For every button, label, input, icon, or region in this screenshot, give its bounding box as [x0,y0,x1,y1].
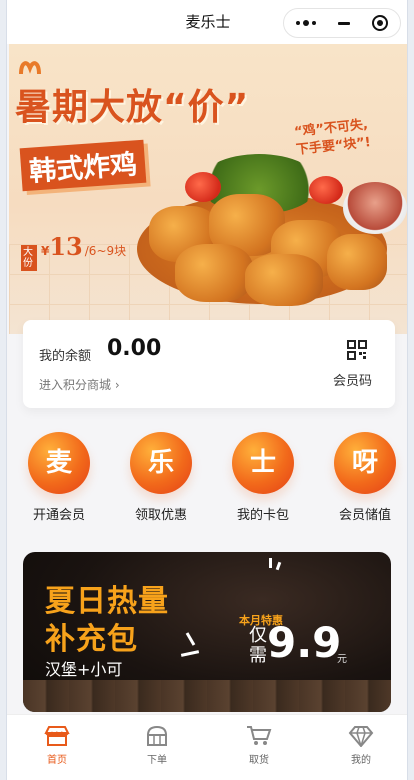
chicken-piece-image [327,234,387,290]
quick-entry-my-wallet[interactable]: 士 我的卡包 [223,432,303,523]
balance-label: 我的余额 [39,349,92,364]
chevron-right-icon: › [114,378,120,392]
points-mall-link[interactable]: 进入积分商城 › [39,376,120,393]
price-unit: /6~9块 [84,244,127,258]
banner-price: 大份 ¥ 13 /6~9块 [21,232,126,271]
quick-entry-label: 领取优惠 [134,508,187,523]
qr-code-icon[interactable] [347,340,367,360]
promo-banner[interactable]: 暑期大放“价” 韩式炸鸡 “鸡”不可失, 下手要“块”! 大份 ¥ 13 /6~… [9,44,407,334]
close-target-icon[interactable] [360,9,400,37]
nav-bar: 麦乐士 [7,0,407,44]
price-currency: ¥ [41,244,50,258]
promo-title-line-2: 补充包 [45,622,138,657]
tomato-image [309,176,343,204]
chicken-piece-image [245,254,323,306]
tab-label: 我的 [351,755,371,766]
sparkle-decoration [185,632,196,646]
price-value: 13 [49,232,83,261]
sparkle-decoration [275,561,282,571]
quick-entry-member-topup[interactable]: 呀 会员储值 [325,432,405,523]
promo-only-label: 仅需 [249,625,267,666]
tab-mine[interactable]: 我的 [331,725,391,766]
mini-program-capsule [283,8,401,38]
price-size-label: 大份 [21,245,37,271]
points-mall-link-label: 进入积分商城 [39,378,112,392]
tab-label: 首页 [47,755,67,766]
tab-home[interactable]: 首页 [27,725,87,766]
quick-entry-label: 开通会员 [32,508,85,523]
sparkle-decoration [180,650,200,657]
logo-icon [19,61,41,75]
quick-entry-claim-coupons[interactable]: 乐 领取优惠 [121,432,201,523]
store-icon [44,726,70,746]
quick-entry-open-membership[interactable]: 麦 开通会员 [19,432,99,523]
quick-entry-icon: 麦 [28,432,90,494]
dip-sauce-image [343,182,407,234]
banner-headline: 暑期大放“价” [15,87,250,128]
sparkle-decoration [269,558,272,568]
tab-bar: 首页 下单 取货 我的 [7,714,407,780]
member-code-label[interactable]: 会员码 [333,370,372,389]
quick-entry-label: 我的卡包 [236,508,289,523]
tab-label: 下单 [147,755,167,766]
quick-entries: 麦 开通会员 乐 领取优惠 士 我的卡包 呀 会员储值 [7,432,407,532]
cart-icon [247,726,272,745]
app-screen: 麦乐士 暑期大放“价” 韩式炸鸡 “鸡”不可失, 下手要“块”! 大份 ¥ 13… [6,0,408,780]
banner-subtitle: 韩式炸鸡 [19,139,147,192]
summer-promo-card[interactable]: 夏日热量 补充包 汉堡+小可 本月特惠 仅需 9.9 元 [23,552,391,712]
tab-label: 取货 [249,755,269,766]
balance-card: 我的余额 0.00 进入积分商城 › 会员码 [23,320,395,408]
tomato-image [185,172,221,202]
chicken-piece-image [175,244,253,302]
cake-icon [146,725,168,746]
tab-order[interactable]: 下单 [127,725,187,766]
more-menu-icon[interactable] [284,9,327,37]
wood-table-image [23,680,391,712]
diamond-icon [348,726,374,747]
banner-slogan: “鸡”不可失, 下手要“块”! [293,116,371,160]
balance-value: 0.00 [107,336,162,361]
quick-entry-icon: 乐 [130,432,192,494]
quick-entry-icon: 呀 [334,432,396,494]
quick-entry-label: 会员储值 [338,508,391,523]
tab-pickup[interactable]: 取货 [229,725,289,766]
promo-price-unit: 元 [337,654,347,665]
promo-description: 汉堡+小可 [45,660,123,679]
quick-entry-icon: 士 [232,432,294,494]
minimize-icon[interactable] [327,9,360,37]
promo-price: 9.9 [267,618,342,667]
